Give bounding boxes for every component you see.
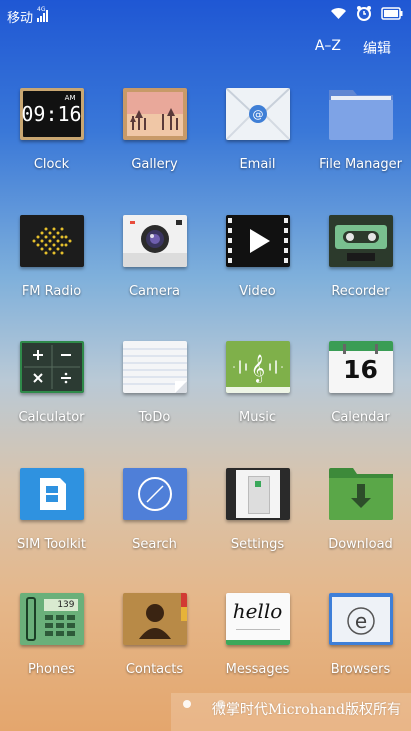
app-label: Clock — [33, 157, 70, 172]
app-phones[interactable]: 139 Phones — [0, 593, 103, 677]
app-calculator[interactable]: Calculator — [0, 341, 103, 425]
app-label: Calendar — [331, 410, 390, 425]
app-label: Recorder — [331, 284, 390, 299]
wifi-icon — [331, 8, 346, 19]
app-recorder[interactable]: Recorder — [309, 215, 411, 299]
app-video[interactable]: Video — [206, 215, 309, 299]
alarm-icon — [357, 6, 371, 21]
messages-icon: hello — [225, 593, 290, 645]
calendar-day: 16 — [343, 355, 378, 384]
status-bar: 移动 4G — [0, 0, 411, 30]
app-clock[interactable]: AM 09:16 Clock — [0, 88, 103, 172]
gallery-icon — [122, 88, 187, 140]
svg-text:𝄞: 𝄞 — [250, 354, 264, 383]
sort-az-button[interactable]: A–Z — [315, 38, 341, 58]
browser-icon: e — [328, 593, 393, 645]
settings-switch-icon — [225, 468, 290, 520]
app-label: File Manager — [319, 157, 402, 172]
app-gallery[interactable]: Gallery — [103, 88, 206, 172]
app-label: ToDo — [138, 410, 171, 425]
notepad-icon — [122, 341, 187, 393]
app-sim-toolkit[interactable]: SIM Toolkit — [0, 468, 103, 552]
app-search[interactable]: Search — [103, 468, 206, 552]
messages-hello-text: hello — [232, 599, 283, 623]
sim-card-icon — [19, 468, 84, 520]
app-browsers[interactable]: e Browsers — [309, 593, 411, 677]
calendar-icon: 16 — [328, 341, 393, 393]
app-label: FM Radio — [21, 284, 82, 299]
radio-icon — [19, 215, 84, 267]
carrier-label: 移动 — [7, 11, 34, 26]
app-label: Download — [328, 537, 393, 552]
edit-button[interactable]: 编辑 — [363, 38, 391, 58]
email-icon: @ — [225, 88, 290, 140]
app-calendar[interactable]: 16 Calendar — [309, 341, 411, 425]
clock-time: 09:16 — [21, 102, 82, 126]
contacts-icon — [122, 593, 187, 645]
clock-icon: AM 09:16 — [19, 88, 84, 140]
app-label: Settings — [230, 537, 285, 552]
app-label: Calculator — [18, 410, 85, 425]
svg-text:@: @ — [252, 108, 263, 121]
app-label: Browsers — [330, 662, 391, 677]
network-type: 4G — [37, 6, 46, 13]
app-download[interactable]: Download — [309, 468, 411, 552]
app-email[interactable]: @ Email — [206, 88, 309, 172]
app-todo[interactable]: ToDo — [103, 341, 206, 425]
app-camera[interactable]: Camera — [103, 215, 206, 299]
watermark: 微掌时代Microhand版权所有 — [171, 693, 411, 731]
search-icon — [122, 468, 187, 520]
battery-icon — [381, 6, 403, 20]
camera-icon — [122, 215, 187, 267]
app-label: Camera — [128, 284, 181, 299]
phone-icon: 139 — [19, 593, 84, 645]
app-label: Messages — [225, 662, 290, 677]
app-settings[interactable]: Settings — [206, 468, 309, 552]
clock-ampm: AM — [64, 94, 76, 102]
app-contacts[interactable]: Contacts — [103, 593, 206, 677]
app-label: Email — [239, 157, 276, 172]
cassette-icon — [328, 215, 393, 267]
app-fm-radio[interactable]: FM Radio — [0, 215, 103, 299]
app-label: Music — [239, 410, 276, 425]
folder-icon — [328, 88, 393, 140]
app-file-manager[interactable]: File Manager — [309, 88, 411, 172]
app-label: Gallery — [131, 157, 178, 172]
app-music[interactable]: 𝄞 Music — [206, 341, 309, 425]
music-icon: 𝄞 — [225, 341, 290, 393]
video-icon — [225, 215, 290, 267]
signal-icon: 4G — [37, 6, 53, 22]
app-label: Search — [132, 537, 177, 552]
calculator-icon — [19, 341, 84, 393]
app-label: Video — [239, 284, 276, 299]
app-label: SIM Toolkit — [17, 537, 86, 552]
download-icon — [328, 468, 393, 520]
app-messages[interactable]: hello Messages — [206, 593, 309, 677]
app-label: Contacts — [125, 662, 184, 677]
svg-text:e: e — [354, 609, 366, 633]
app-label: Phones — [27, 662, 76, 677]
